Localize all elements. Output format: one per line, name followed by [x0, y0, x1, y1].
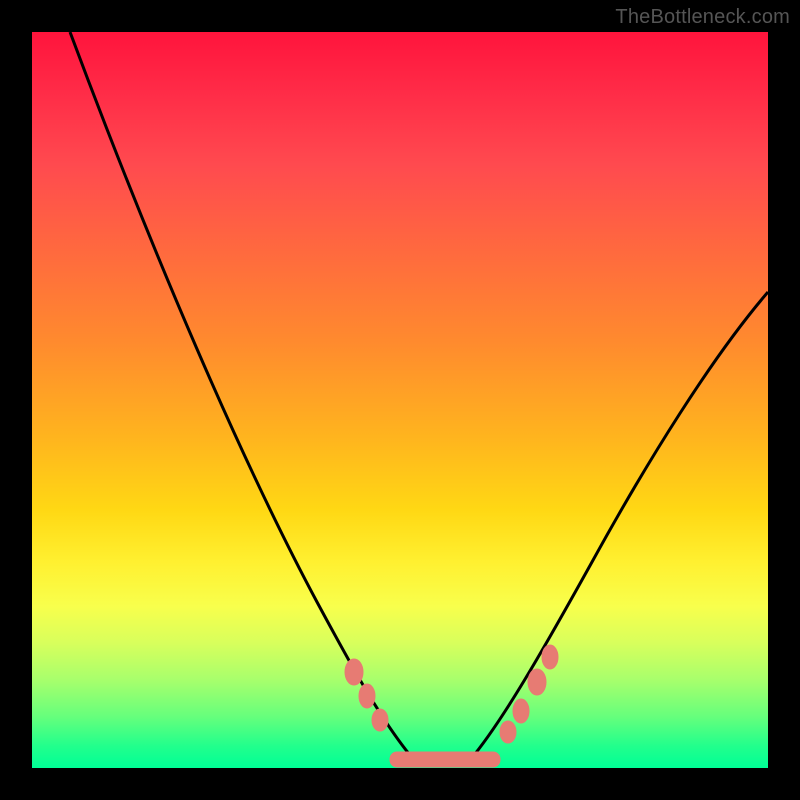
marker-dot: [513, 699, 529, 723]
marker-dot: [542, 645, 558, 669]
right-curve: [470, 292, 768, 760]
marker-dot: [372, 709, 388, 731]
chart-frame: TheBottleneck.com: [0, 0, 800, 800]
marker-dot: [528, 669, 546, 695]
marker-bar: [390, 752, 500, 767]
marker-dot: [345, 659, 363, 685]
watermark-text: TheBottleneck.com: [615, 6, 790, 29]
plot-area: [32, 32, 768, 768]
curve-layer: [32, 32, 768, 768]
left-curve: [70, 32, 414, 760]
marker-dot: [500, 721, 516, 743]
marker-dot: [359, 684, 375, 708]
